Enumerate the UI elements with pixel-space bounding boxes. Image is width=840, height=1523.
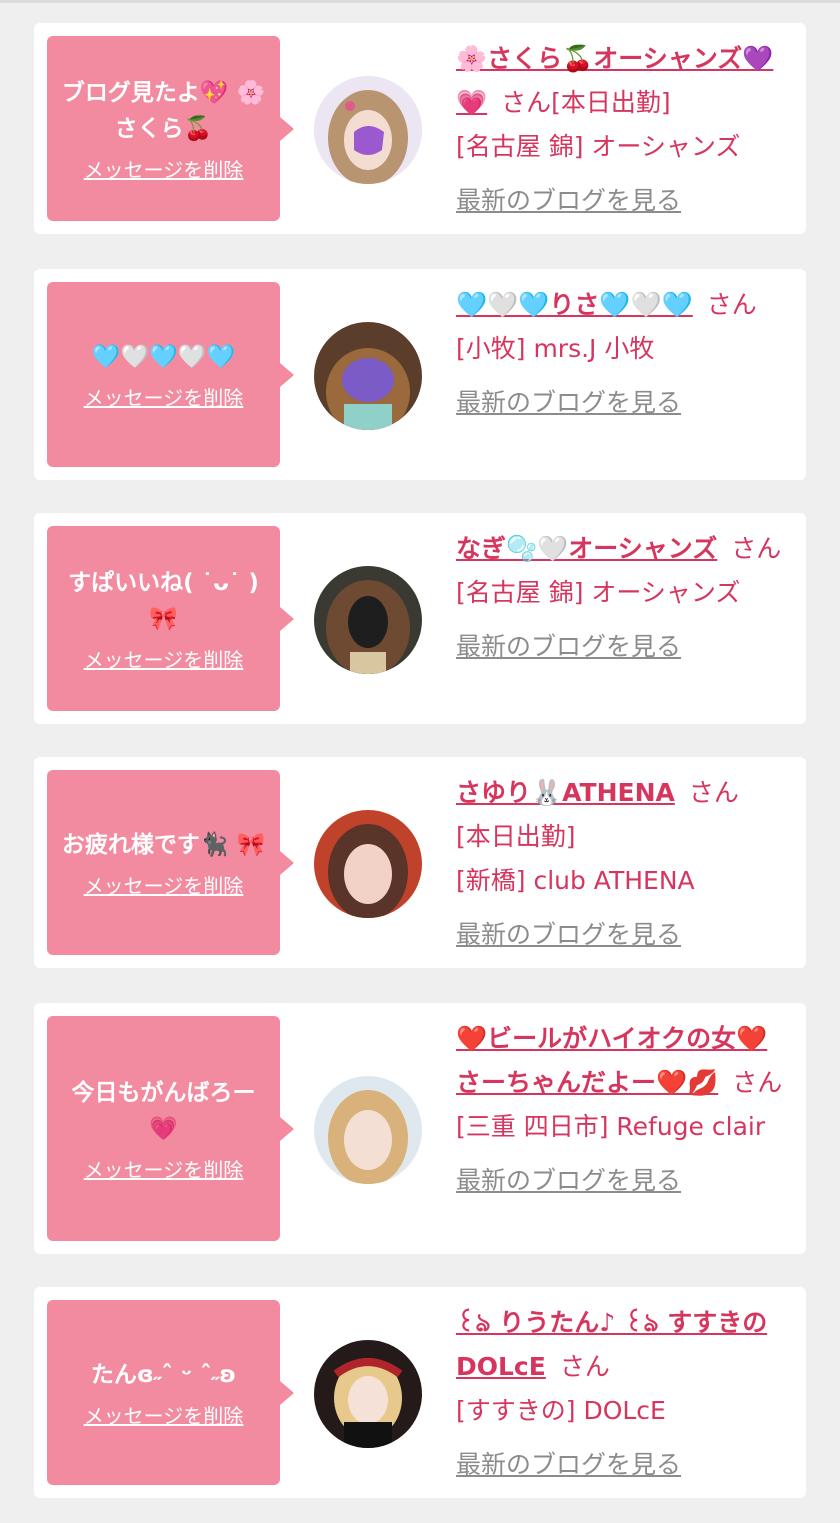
message-card: すぱいいね( ˙ᴗ˙ ) 🎀 メッセージを削除 なぎ🫧🤍オーシャンズ さん [名古… bbox=[34, 513, 806, 724]
sender-info: 🌸さくら🍒オーシャンズ💜💗 さん[本日出勤] [名古屋 錦] オーシャンズ 最新の… bbox=[456, 37, 786, 223]
delete-message-link[interactable]: メッセージを削除 bbox=[84, 873, 244, 899]
message-card: お疲れ様です🐈‍⬛ 🎀 メッセージを削除 さゆり🐰ATHENA さん [本日出勤]… bbox=[34, 757, 806, 968]
message-card: たんɞ˶ˆ ᵕ ˆ˶ʚ メッセージを削除 ꒰ঌ りうたん♪ ꒰ঌ すすきのDOL… bbox=[34, 1287, 806, 1498]
message-text: たんɞ˶ˆ ᵕ ˆ˶ʚ bbox=[90, 1361, 237, 1388]
avatar[interactable] bbox=[314, 1340, 422, 1448]
honorific: さん bbox=[688, 778, 739, 807]
honorific: さん bbox=[731, 534, 782, 563]
avatar[interactable] bbox=[314, 566, 422, 674]
message-text: 🩵🤍🩵🤍🩵 bbox=[91, 343, 236, 370]
message-list: ブログ見たよ💖 🌸さくら🍒 メッセージを削除 🌸さくら🍒オーシャンズ💜💗 さん[本… bbox=[0, 3, 840, 1523]
latest-blog-link[interactable]: 最新のブログを見る bbox=[456, 913, 786, 957]
message-text: ブログ見たよ💖 🌸さくら🍒 bbox=[61, 79, 266, 142]
avatar-image bbox=[314, 76, 422, 184]
shop-location: [名古屋 錦] オーシャンズ bbox=[456, 132, 741, 161]
shop-location: [小牧] mrs.J 小牧 bbox=[456, 334, 655, 363]
delete-message-link[interactable]: メッセージを削除 bbox=[84, 385, 244, 411]
delete-message-link[interactable]: メッセージを削除 bbox=[84, 1157, 244, 1183]
shop-location: [名古屋 錦] オーシャンズ bbox=[456, 578, 741, 607]
shop-location: [新橋] club ATHENA bbox=[456, 866, 695, 895]
latest-blog-link[interactable]: 最新のブログを見る bbox=[456, 625, 786, 669]
sender-name-link[interactable]: ❤️ビールがハイオクの女❤️さーちゃんだよー❤️💋 bbox=[456, 1024, 767, 1097]
latest-blog-link[interactable]: 最新のブログを見る bbox=[456, 1159, 786, 1203]
avatar[interactable] bbox=[314, 1076, 422, 1184]
sender-name-link[interactable]: なぎ🫧🤍オーシャンズ bbox=[456, 534, 717, 563]
honorific: さん bbox=[501, 88, 552, 117]
avatar[interactable] bbox=[314, 322, 422, 430]
avatar[interactable] bbox=[314, 76, 422, 184]
avatar[interactable] bbox=[314, 810, 422, 918]
message-text: お疲れ様です🐈‍⬛ 🎀 bbox=[61, 831, 266, 858]
sender-name-link[interactable]: さゆり🐰ATHENA bbox=[456, 778, 675, 807]
sender-info: ❤️ビールがハイオクの女❤️さーちゃんだよー❤️💋 さん [三重 四日市] Ref… bbox=[456, 1017, 786, 1203]
message-bubble: 今日もがんばろー 💗 メッセージを削除 bbox=[47, 1016, 294, 1241]
latest-blog-link[interactable]: 最新のブログを見る bbox=[456, 1443, 786, 1487]
avatar-image bbox=[314, 810, 422, 918]
status-text: [本日出勤] bbox=[551, 88, 671, 117]
shop-location: [すすきの] DOLcE bbox=[456, 1396, 666, 1425]
message-bubble: お疲れ様です🐈‍⬛ 🎀 メッセージを削除 bbox=[47, 770, 294, 955]
message-card: ブログ見たよ💖 🌸さくら🍒 メッセージを削除 🌸さくら🍒オーシャンズ💜💗 さん[本… bbox=[34, 23, 806, 234]
message-text: 今日もがんばろー 💗 bbox=[71, 1079, 256, 1142]
shop-location: [三重 四日市] Refuge clair bbox=[456, 1112, 766, 1141]
sender-info: 🩵🤍🩵りさ🩵🤍🩵 さん [小牧] mrs.J 小牧 最新のブログを見る bbox=[456, 283, 786, 425]
message-card: 今日もがんばろー 💗 メッセージを削除 ❤️ビールがハイオクの女❤️さーちゃんだ… bbox=[34, 1003, 806, 1254]
avatar-image bbox=[314, 566, 422, 674]
avatar-image bbox=[314, 322, 422, 430]
message-card: 🩵🤍🩵🤍🩵 メッセージを削除 🩵🤍🩵りさ🩵🤍🩵 さん [小牧] mrs.J 小牧 … bbox=[34, 269, 806, 480]
honorific: さん bbox=[559, 1352, 610, 1381]
sender-info: さゆり🐰ATHENA さん [本日出勤] [新橋] club ATHENA 最新の… bbox=[456, 771, 786, 957]
delete-message-link[interactable]: メッセージを削除 bbox=[84, 647, 244, 673]
sender-name-link[interactable]: ꒰ঌ りうたん♪ ꒰ঌ すすきのDOLcE bbox=[456, 1308, 767, 1381]
latest-blog-link[interactable]: 最新のブログを見る bbox=[456, 179, 786, 223]
message-bubble: 🩵🤍🩵🤍🩵 メッセージを削除 bbox=[47, 282, 294, 467]
delete-message-link[interactable]: メッセージを削除 bbox=[84, 157, 244, 183]
honorific: さん bbox=[706, 290, 757, 319]
honorific: さん bbox=[732, 1068, 783, 1097]
message-bubble: ブログ見たよ💖 🌸さくら🍒 メッセージを削除 bbox=[47, 36, 294, 221]
avatar-image bbox=[314, 1340, 422, 1448]
message-bubble: たんɞ˶ˆ ᵕ ˆ˶ʚ メッセージを削除 bbox=[47, 1300, 294, 1485]
message-bubble: すぱいいね( ˙ᴗ˙ ) 🎀 メッセージを削除 bbox=[47, 526, 294, 711]
message-text: すぱいいね( ˙ᴗ˙ ) 🎀 bbox=[68, 569, 259, 632]
sender-name-link[interactable]: 🩵🤍🩵りさ🩵🤍🩵 bbox=[456, 290, 693, 319]
sender-info: なぎ🫧🤍オーシャンズ さん [名古屋 錦] オーシャンズ 最新のブログを見る bbox=[456, 527, 786, 669]
avatar-image bbox=[314, 1076, 422, 1184]
latest-blog-link[interactable]: 最新のブログを見る bbox=[456, 381, 786, 425]
sender-info: ꒰ঌ りうたん♪ ꒰ঌ すすきのDOLcE さん [すすきの] DOLcE 最新の… bbox=[456, 1301, 786, 1487]
delete-message-link[interactable]: メッセージを削除 bbox=[84, 1403, 244, 1429]
status-text: [本日出勤] bbox=[456, 822, 576, 851]
